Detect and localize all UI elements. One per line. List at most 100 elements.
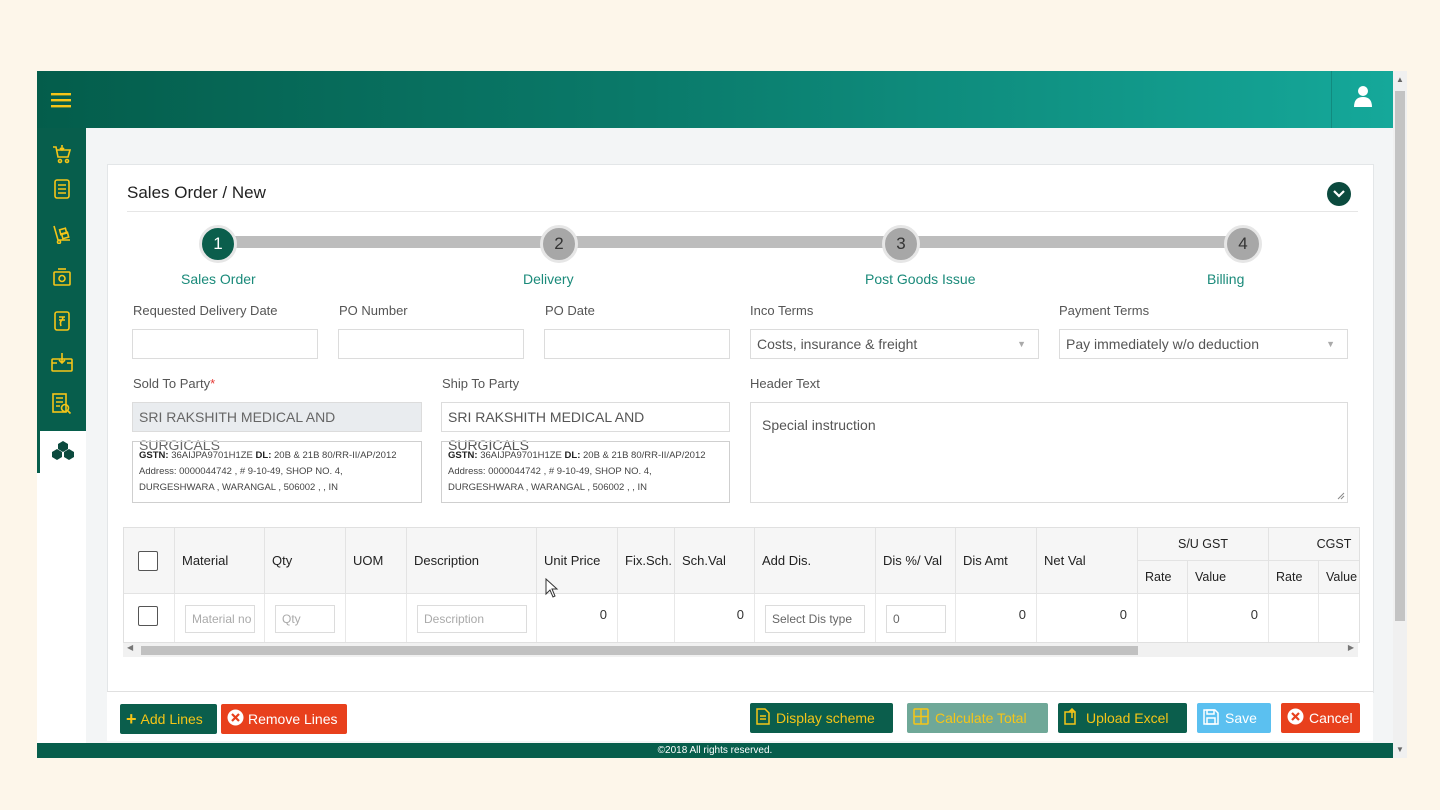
select-all-header (124, 528, 175, 594)
cancel-label: Cancel (1309, 710, 1353, 726)
ship-to-party-input[interactable]: SRI RAKSHITH MEDICAL AND SURGICALS (441, 402, 730, 453)
calculate-total-button[interactable]: Calculate Total (907, 703, 1048, 733)
remove-lines-label: Remove Lines (248, 711, 338, 727)
dis-amt-cell: 0 (956, 594, 1037, 642)
dl-label: DL: (255, 450, 272, 461)
scroll-right-arrow-icon[interactable]: ▶ (1348, 643, 1354, 652)
horizontal-scroll-thumb[interactable] (141, 646, 1138, 655)
row-checkbox[interactable] (138, 606, 158, 626)
sch-val-value: 0 (736, 607, 744, 622)
upload-excel-button[interactable]: Upload Excel (1058, 703, 1187, 733)
sidebar-item-billing[interactable] (37, 303, 86, 343)
inco-terms-select[interactable]: Costs, insurance & freight ▼ (750, 329, 1039, 359)
gstn-value: 36AIJPA9701H1ZE (480, 450, 562, 461)
add-dis-select[interactable]: Select Dis type (765, 605, 865, 633)
qty-cell: Qty (265, 594, 346, 642)
header-text-value: Special instruction (762, 417, 876, 433)
header-text-textarea[interactable]: Special instruction (750, 402, 1348, 503)
plus-icon: + (126, 708, 137, 729)
material-cell: Material no (175, 594, 265, 642)
description-input[interactable]: Description (417, 605, 527, 633)
add-lines-button[interactable]: + Add Lines (120, 704, 217, 734)
payment-terms-value: Pay immediately w/o deduction (1066, 336, 1259, 352)
sidebar-item-payments[interactable] (37, 344, 86, 384)
sold-to-party-input[interactable]: SRI RAKSHITH MEDICAL AND SURGICALS (132, 402, 422, 453)
unit-price-cell: 0 (537, 594, 618, 642)
payment-terms-select[interactable]: Pay immediately w/o deduction ▼ (1059, 329, 1348, 359)
vertical-scroll-thumb[interactable] (1395, 91, 1405, 621)
su-gst-rate-cell (1138, 594, 1188, 642)
sidebar-item-cash[interactable] (37, 259, 86, 299)
col-uom: UOM (346, 528, 407, 594)
user-menu-button[interactable] (1331, 71, 1393, 128)
uom-cell (346, 594, 407, 642)
scroll-left-arrow-icon[interactable]: ◀ (127, 643, 133, 652)
sidebar-item-inventory[interactable] (37, 431, 86, 473)
sch-val-cell: 0 (675, 594, 755, 642)
trolley-icon (52, 224, 72, 249)
gstn-value: 36AIJPA9701H1ZE (171, 450, 253, 461)
step-1-label: Sales Order (181, 271, 256, 287)
scroll-down-arrow-icon[interactable]: ▼ (1393, 743, 1407, 757)
add-lines-label: Add Lines (140, 711, 203, 727)
dis-amt-value: 0 (1018, 607, 1026, 622)
save-button[interactable]: Save (1197, 703, 1271, 733)
scroll-up-arrow-icon[interactable]: ▲ (1393, 73, 1407, 87)
sidebar-item-orders[interactable] (37, 171, 86, 211)
page-title: Sales Order / New (127, 183, 266, 202)
resize-handle-icon[interactable] (1337, 492, 1345, 500)
sidebar-item-delivery[interactable] (37, 216, 86, 256)
close-circle-icon (227, 709, 244, 729)
calculator-icon (913, 708, 929, 728)
step-2-label: Delivery (523, 271, 574, 287)
header-text-label: Header Text (750, 376, 820, 391)
step-2-indicator[interactable]: 2 (540, 225, 578, 263)
chevron-down-icon (1333, 185, 1345, 203)
dl-label: DL: (564, 450, 581, 461)
requested-delivery-date-input[interactable] (132, 329, 318, 359)
cgst-rate-cell (1269, 594, 1319, 642)
sidebar-item-reports[interactable] (37, 386, 86, 426)
po-number-label: PO Number (339, 303, 408, 318)
sold-to-gstn-line: GSTN: 36AIJPA9701H1ZE DL: 20B & 21B 80/R… (139, 448, 415, 464)
document-icon (53, 178, 70, 204)
step-3-indicator[interactable]: 3 (882, 225, 920, 263)
unit-price-value: 0 (599, 607, 607, 622)
dis-pct-val-cell: 0 (876, 594, 956, 642)
col-cgst: CGST (1269, 528, 1359, 561)
description-cell: Description (407, 594, 537, 642)
sold-to-address: GSTN: 36AIJPA9701H1ZE DL: 20B & 21B 80/R… (132, 441, 422, 503)
horizontal-scrollbar[interactable]: ◀ ▶ (123, 643, 1358, 657)
select-all-checkbox[interactable] (138, 550, 158, 571)
sidebar-item-cart[interactable] (37, 136, 86, 176)
dl-value: 20B & 21B 80/RR-II/AP/2012 (274, 450, 397, 461)
floppy-disk-icon (1203, 708, 1219, 728)
display-scheme-label: Display scheme (776, 710, 875, 726)
vertical-scrollbar[interactable]: ▲ ▼ (1393, 71, 1407, 758)
col-sch-val: Sch.Val (675, 528, 755, 594)
step-4-indicator[interactable]: 4 (1224, 225, 1262, 263)
col-dis-pct-val: Dis %/ Val (876, 528, 956, 594)
col-su-gst: S/U GST (1138, 528, 1269, 561)
gstn-label: GSTN: (139, 450, 169, 461)
report-search-icon (51, 392, 72, 420)
su-gst-value: 0 (1250, 607, 1258, 622)
material-input[interactable]: Material no (185, 605, 255, 633)
su-gst-value-cell: 0 (1188, 594, 1269, 642)
hamburger-icon[interactable] (37, 71, 85, 128)
display-scheme-button[interactable]: Display scheme (750, 703, 893, 733)
upload-icon (1064, 707, 1080, 728)
remove-lines-button[interactable]: Remove Lines (221, 704, 347, 734)
po-date-input[interactable] (544, 329, 730, 359)
cancel-button[interactable]: Cancel (1281, 703, 1360, 733)
step-1-indicator[interactable]: 1 (199, 225, 237, 263)
qty-input[interactable]: Qty (275, 605, 335, 633)
col-fix-sch: Fix.Sch. (618, 528, 675, 594)
po-number-input[interactable] (338, 329, 524, 359)
sidebar (37, 128, 86, 758)
cart-icon (52, 144, 72, 169)
copyright-footer: ©2018 All rights reserved. (37, 743, 1393, 758)
collapse-button[interactable] (1327, 182, 1351, 206)
top-bar (37, 71, 1393, 128)
dis-value-input[interactable]: 0 (886, 605, 946, 633)
